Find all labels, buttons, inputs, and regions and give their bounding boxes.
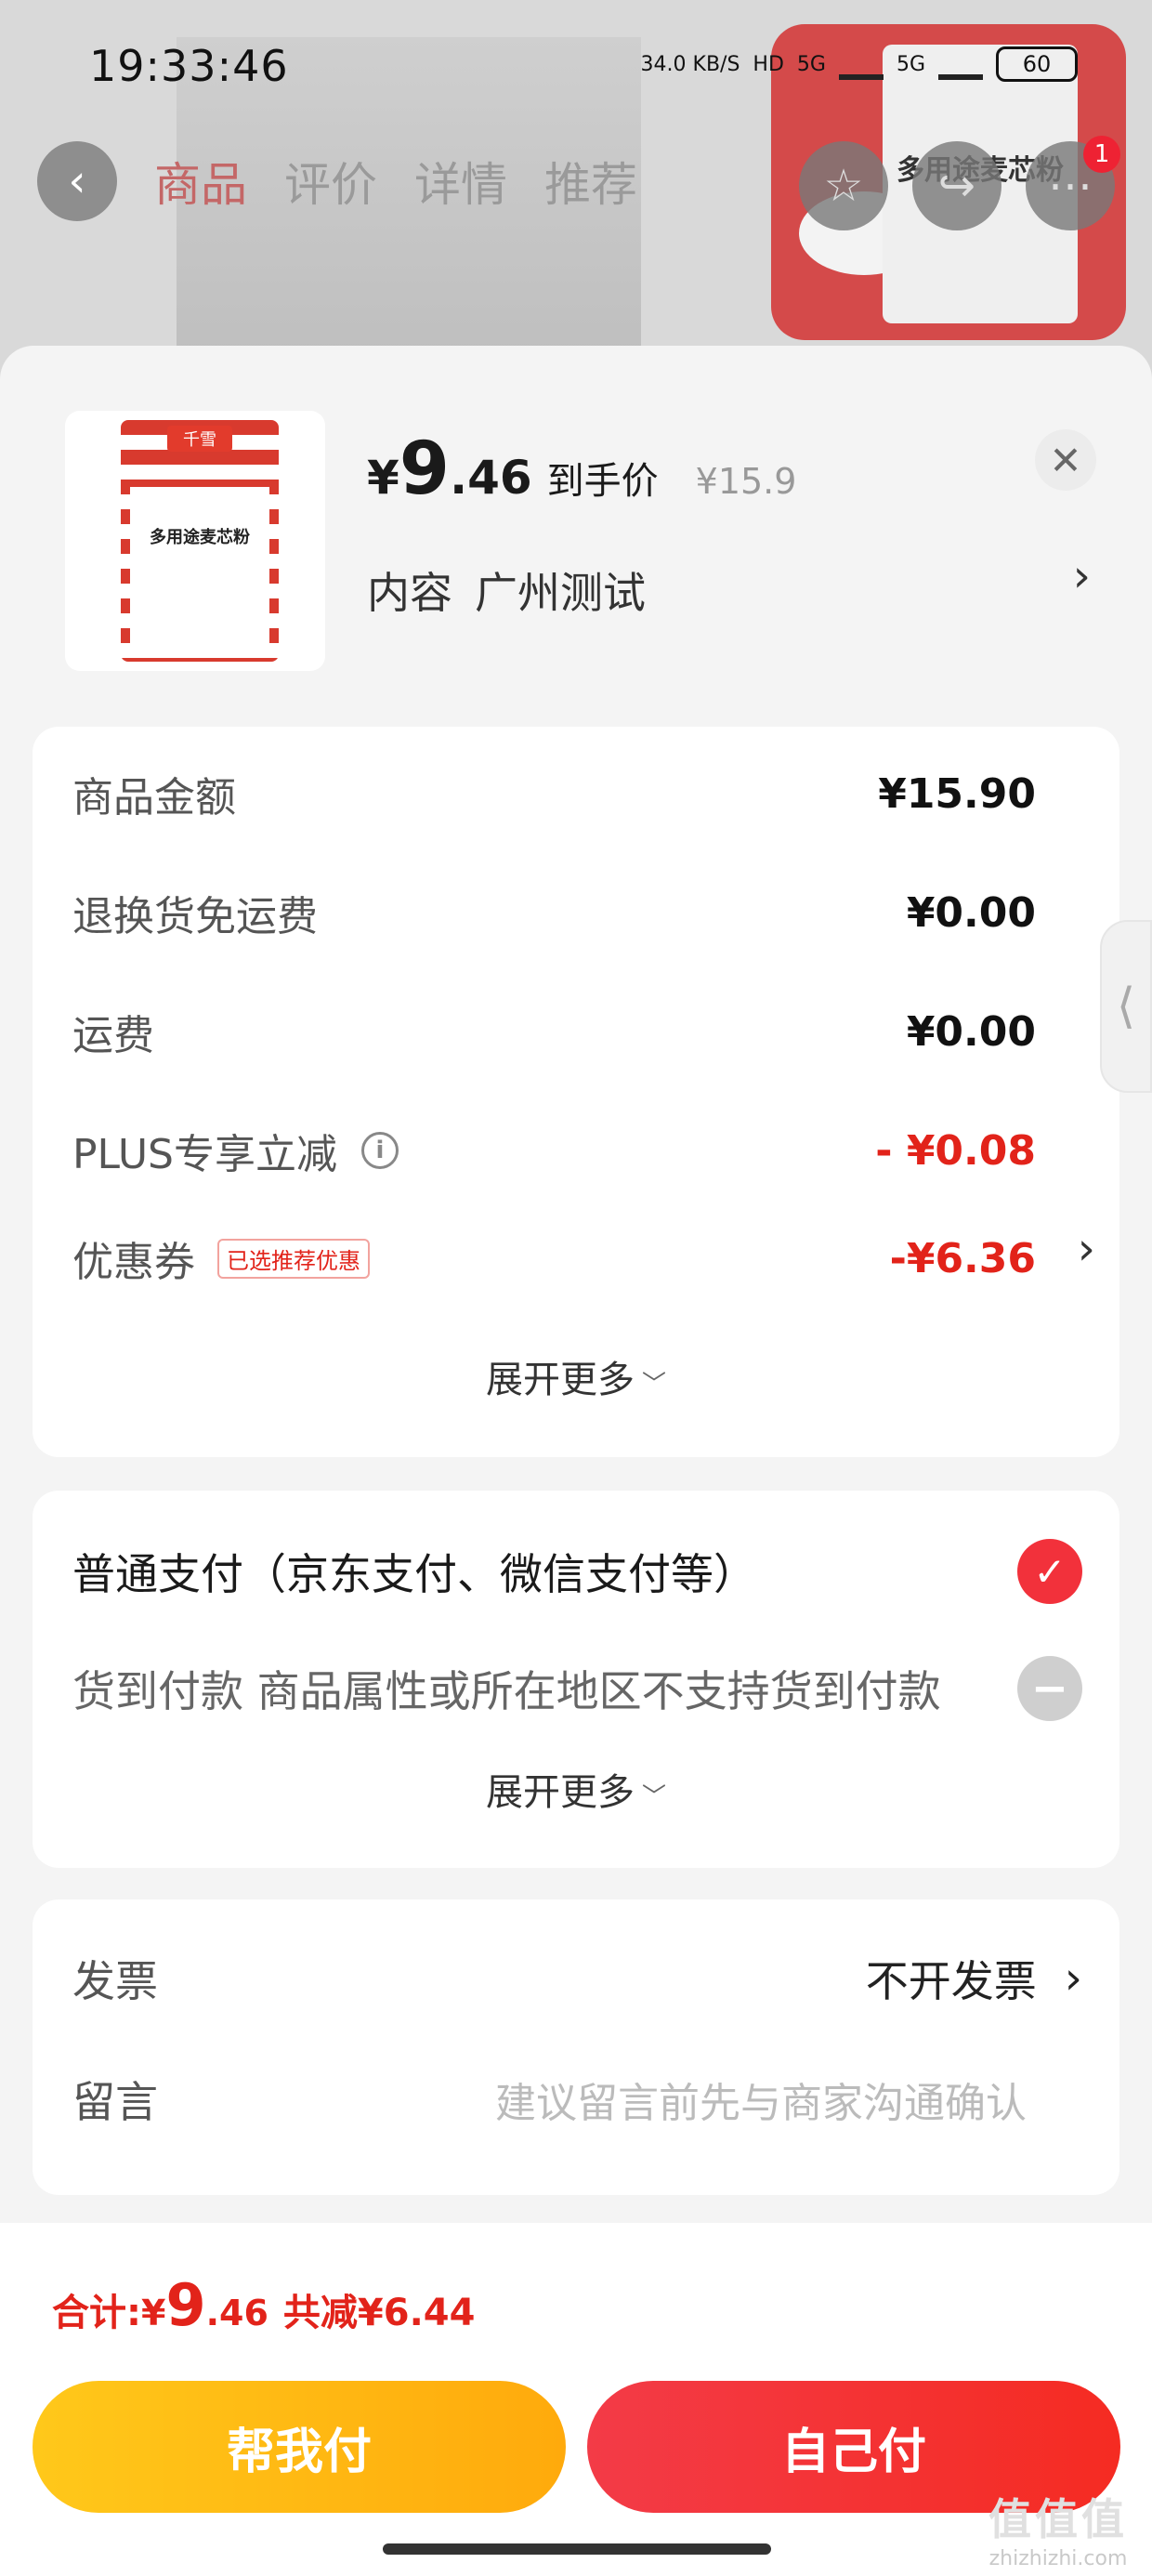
plus-discount-label: PLUS专享立减 xyxy=(72,1131,337,1178)
total-label: 合计: xyxy=(52,2292,141,2334)
signal-label-1: 5G xyxy=(796,52,826,76)
checkmark-icon[interactable]: ✓ xyxy=(1017,1539,1082,1604)
signal-icon-1: 5G xyxy=(797,53,826,76)
watermark-site: zhizhizhi.com xyxy=(988,2547,1128,2570)
shipping-value: ¥0.00 xyxy=(906,1007,1036,1056)
plus-discount-key: PLUS专享立减 i xyxy=(72,1121,399,1180)
info-icon[interactable]: i xyxy=(361,1132,399,1169)
coupon-key: 优惠券 已选推荐优惠 xyxy=(72,1229,370,1288)
cart-badge: 1 xyxy=(1083,136,1120,173)
note-input[interactable]: 建议留言前先与商家沟通确认 xyxy=(495,2070,1027,2129)
content-label: 内容 xyxy=(367,568,452,618)
product-bag-image: 千雪 多用途麦芯粉 xyxy=(121,420,279,662)
watermark: 值值值 zhizhizhi.com xyxy=(988,2486,1128,2570)
summary-expand-more[interactable]: 展开更多 ﹀ xyxy=(33,1349,1119,1403)
chevron-down-icon: ﹀ xyxy=(641,1371,666,1399)
total-discount: 共减¥6.44 xyxy=(282,2292,476,2334)
price-integer: 9 xyxy=(399,427,451,511)
watermark-mark: 值值值 xyxy=(988,2494,1128,2544)
price-line: ¥ 9 .46 到手价 ¥15.9 xyxy=(367,427,796,511)
status-icons: 34.0 KB/S HD 5G 5G 60 xyxy=(641,46,1078,82)
chevron-right-icon[interactable]: › xyxy=(1073,550,1091,602)
chevron-right-icon: › xyxy=(1064,1952,1082,2004)
more-icon[interactable]: ⋯ 1 xyxy=(1026,136,1120,230)
disabled-minus-icon: − xyxy=(1017,1656,1082,1721)
payment-normal-option[interactable]: 普通支付（京东支付、微信支付等） ✓ xyxy=(72,1539,1082,1604)
return-shipping-value: ¥0.00 xyxy=(906,888,1036,937)
back-arrow-icon[interactable]: ‹ xyxy=(37,141,117,221)
price-summary-card: 商品金额 ¥15.90 退换货免运费 ¥0.00 运费 ¥0.00 PLUS专享… xyxy=(33,727,1119,1457)
invoice-value-wrap: 不开发票 › xyxy=(866,1948,1082,2009)
coupon-label: 优惠券 xyxy=(72,1239,195,1286)
original-price: ¥15.9 xyxy=(695,461,797,502)
favorite-star-icon[interactable]: ☆ xyxy=(799,141,888,230)
goods-amount-label: 商品金额 xyxy=(72,774,236,821)
total-decimal: .46 xyxy=(205,2293,268,2333)
tab-recommend[interactable]: 推荐 xyxy=(544,148,637,215)
plus-discount-value: - ¥0.08 xyxy=(875,1126,1036,1175)
tab-reviews[interactable]: 评价 xyxy=(284,148,377,215)
tab-product[interactable]: 商品 xyxy=(154,148,247,215)
row-plus-discount: PLUS专享立减 i - ¥0.08 xyxy=(72,1121,1036,1180)
invoice-note-card: 发票 不开发票 › 留言 建议留言前先与商家沟通确认 xyxy=(33,1899,1119,2195)
payment-cod-label: 货到付款 xyxy=(72,1666,243,1716)
product-tab-bar: ‹ 商品 评价 详情 推荐 xyxy=(37,141,637,221)
chevron-down-icon: ﹀ xyxy=(641,1783,666,1811)
coupon-chevron-icon[interactable]: › xyxy=(1078,1223,1095,1275)
summary-expand-label: 展开更多 xyxy=(485,1359,635,1401)
total-line: 合计: ¥ 9 .46 共减¥6.44 xyxy=(52,2271,475,2339)
home-indicator[interactable] xyxy=(383,2543,771,2555)
clock: 19:33:46 xyxy=(89,41,289,91)
product-logo: 千雪 xyxy=(167,426,232,452)
product-thumb-name: 多用途麦芯粉 xyxy=(130,487,269,643)
signal-bars-icon-2 xyxy=(938,48,983,80)
payment-cod-text: 货到付款 商品属性或所在地区不支持货到付款 xyxy=(72,1658,941,1719)
invoice-label: 发票 xyxy=(72,1956,158,2006)
payment-expand-label: 展开更多 xyxy=(485,1771,635,1814)
goods-amount-value: ¥15.90 xyxy=(878,769,1036,818)
note-label: 留言 xyxy=(72,2077,158,2127)
price-decimal: .46 xyxy=(450,451,532,505)
net-speed: 34.0 KB/S xyxy=(640,52,740,76)
total-integer: 9 xyxy=(165,2271,206,2339)
row-shipping: 运费 ¥0.00 xyxy=(72,1002,1036,1061)
invoice-value: 不开发票 xyxy=(865,1956,1037,2006)
product-header: 千雪 多用途麦芯粉 ¥ 9 .46 到手价 ¥15.9 内容 广州测试 › ✕ xyxy=(65,411,1096,671)
signal-icon-2: 5G xyxy=(897,53,925,76)
payment-normal-label: 普通支付（京东支付、微信支付等） xyxy=(72,1549,756,1599)
payment-expand-more[interactable]: 展开更多 ﹀ xyxy=(33,1762,1119,1816)
note-row[interactable]: 留言 建议留言前先与商家沟通确认 xyxy=(72,2069,1082,2130)
shipping-label: 运费 xyxy=(72,1012,154,1059)
coupon-value: -¥6.36 xyxy=(889,1234,1036,1282)
status-bar: 19:33:46 34.0 KB/S HD 5G 5G 60 xyxy=(0,0,1152,139)
price-symbol: ¥ xyxy=(367,451,399,505)
signal-bars-icon xyxy=(838,48,884,80)
product-actions: ☆ ↪ ⋯ 1 xyxy=(799,136,1120,230)
battery-icon: 60 xyxy=(996,46,1078,82)
coupon-tag: 已选推荐优惠 xyxy=(217,1238,370,1279)
invoice-row[interactable]: 发票 不开发票 › xyxy=(72,1948,1082,2009)
return-shipping-label: 退换货免运费 xyxy=(72,893,318,940)
price-label: 到手价 xyxy=(546,460,659,503)
total-symbol: ¥ xyxy=(141,2293,166,2333)
payment-cod-option: 货到付款 商品属性或所在地区不支持货到付款 − xyxy=(72,1656,1082,1721)
signal-label-2: 5G xyxy=(896,52,925,76)
payment-cod-note: 商品属性或所在地区不支持货到付款 xyxy=(256,1666,941,1716)
checkout-footer: 合计: ¥ 9 .46 共减¥6.44 帮我付 自己付 值值值 zhizhizh… xyxy=(0,2223,1152,2576)
product-thumbnail: 千雪 多用途麦芯粉 xyxy=(65,411,325,671)
close-icon[interactable]: ✕ xyxy=(1035,429,1096,491)
row-goods-amount: 商品金额 ¥15.90 xyxy=(72,764,1036,823)
payment-card: 普通支付（京东支付、微信支付等） ✓ 货到付款 商品属性或所在地区不支持货到付款… xyxy=(33,1491,1119,1868)
content-value: 广州测试 xyxy=(475,568,646,618)
row-coupon[interactable]: 优惠券 已选推荐优惠 -¥6.36 xyxy=(72,1229,1036,1288)
content-selector[interactable]: 内容 广州测试 xyxy=(367,559,646,621)
tab-details[interactable]: 详情 xyxy=(414,148,507,215)
row-return-shipping: 退换货免运费 ¥0.00 xyxy=(72,883,1036,942)
hd-icon: HD xyxy=(753,52,784,76)
share-icon[interactable]: ↪ xyxy=(912,141,1001,230)
side-pull-tab[interactable]: ⟨ xyxy=(1100,920,1152,1093)
help-pay-button[interactable]: 帮我付 xyxy=(33,2381,566,2513)
